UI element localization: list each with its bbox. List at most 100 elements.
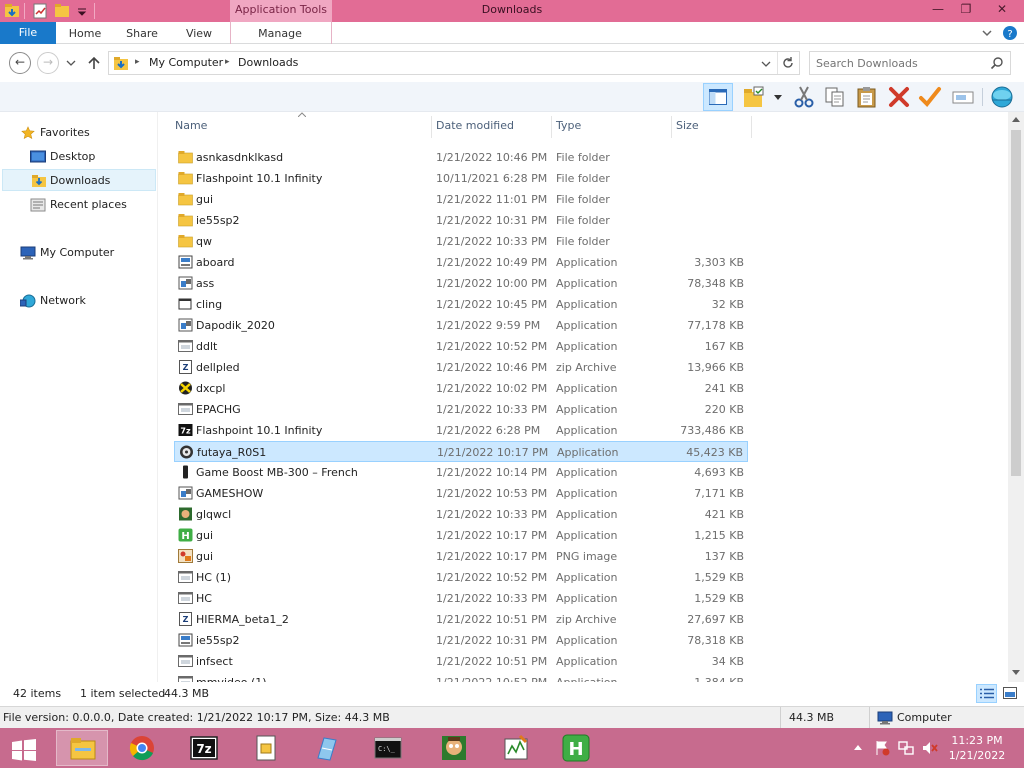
taskbar-audio-app[interactable] <box>490 730 542 766</box>
file-row[interactable]: gui 1/21/2022 10:17 PM PNG image 137 KB <box>174 546 748 567</box>
minimize-button[interactable]: — <box>924 0 952 20</box>
folder-row[interactable]: ie55sp2 1/21/2022 10:31 PM File folder <box>174 210 748 231</box>
taskbar-game[interactable] <box>428 730 480 766</box>
nav-desktop[interactable]: Desktop <box>2 146 156 168</box>
rename-icon[interactable] <box>951 85 975 109</box>
network-globe-icon[interactable] <box>990 85 1014 109</box>
search-input[interactable] <box>816 56 986 70</box>
preview-pane-button[interactable] <box>703 83 733 111</box>
file-row[interactable]: dxcpl 1/21/2022 10:02 PM Application 241 KB <box>174 378 748 399</box>
nav-downloads[interactable]: Downloads <box>2 169 156 191</box>
file-row[interactable]: Dapodik_2020 1/21/2022 9:59 PM Application… <box>174 315 748 336</box>
column-divider[interactable] <box>431 116 432 138</box>
restore-button[interactable]: ❐ <box>952 0 980 20</box>
folder-row[interactable]: qw 1/21/2022 10:33 PM File folder <box>174 231 748 252</box>
scroll-down-icon[interactable] <box>1012 670 1020 676</box>
file-row[interactable]: futaya_R0S1 1/21/2022 10:17 PM Application… <box>174 441 748 462</box>
file-row[interactable]: aboard 1/21/2022 10:49 PM Application 3,303… <box>174 252 748 273</box>
file-row[interactable]: infsect 1/21/2022 10:51 PM Application 34 K… <box>174 651 748 672</box>
paste-icon[interactable] <box>855 85 879 109</box>
file-row[interactable]: Game Boost MB-300 – French 1/21/2022 10:1… <box>174 462 748 483</box>
svg-text:H: H <box>568 739 583 760</box>
cut-icon[interactable] <box>792 85 816 109</box>
tab-share[interactable]: Share <box>116 22 168 44</box>
tab-file[interactable]: File <box>0 22 56 44</box>
expand-ribbon-icon[interactable] <box>980 26 994 40</box>
back-button[interactable]: ← <box>9 52 31 74</box>
file-row[interactable]: GAMESHOW 1/21/2022 10:53 PM Application 7,1… <box>174 483 748 504</box>
file-row[interactable]: mmvideo (1)1/21/2022 10:52 PMApplication… <box>174 672 748 682</box>
volume-muted-icon[interactable] <box>922 740 938 756</box>
nav-network[interactable]: Network <box>2 290 156 312</box>
breadcrumb-my-computer[interactable]: My Computer <box>149 56 223 69</box>
column-name[interactable]: Name <box>175 119 207 132</box>
refresh-icon[interactable] <box>781 56 795 70</box>
address-bar[interactable]: ▸ My Computer ▸ Downloads <box>108 51 800 75</box>
tab-manage[interactable]: Manage <box>240 22 320 44</box>
column-divider[interactable] <box>751 116 752 138</box>
folder-row[interactable]: gui 1/21/2022 11:01 PM File folder <box>174 189 748 210</box>
tab-home[interactable]: Home <box>60 22 110 44</box>
scrollbar-thumb[interactable] <box>1011 130 1021 476</box>
file-row[interactable]: EPACHG 1/21/2022 10:33 PM Application 220 K… <box>174 399 748 420</box>
properties-icon[interactable] <box>32 3 48 19</box>
nav-my-computer[interactable]: My Computer <box>2 242 156 264</box>
tab-view[interactable]: View <box>174 22 224 44</box>
folder-row[interactable]: asnkasdnklkasd 1/21/2022 10:46 PM File fol… <box>174 147 748 168</box>
column-divider[interactable] <box>551 116 552 138</box>
file-row[interactable]: HC (1) 1/21/2022 10:52 PM Application 1,529… <box>174 567 748 588</box>
column-size[interactable]: Size <box>676 119 699 132</box>
column-type[interactable]: Type <box>556 119 581 132</box>
taskbar-chrome[interactable] <box>116 730 168 766</box>
taskbar-7zip[interactable]: 7z <box>178 730 230 766</box>
delete-icon[interactable] <box>887 85 911 109</box>
file-row[interactable]: glqwcl 1/21/2022 10:33 PM Application 421 K… <box>174 504 748 525</box>
taskbar-command-prompt[interactable]: C:\_ <box>362 730 414 766</box>
check-icon[interactable] <box>918 85 942 109</box>
recent-locations-icon[interactable] <box>66 59 76 67</box>
dropdown-arrow-icon[interactable] <box>774 95 782 101</box>
file-row[interactable]: ie55sp2 1/21/2022 10:31 PM Application 78,3… <box>174 630 748 651</box>
column-date-modified[interactable]: Date modified <box>436 119 514 132</box>
file-row[interactable]: Hgui 1/21/2022 10:17 PM Application 1,215 K… <box>174 525 748 546</box>
forward-button[interactable]: → <box>37 52 59 74</box>
nav-recent-places[interactable]: Recent places <box>2 194 156 216</box>
up-arrow-icon[interactable] <box>86 55 102 71</box>
new-folder-icon[interactable] <box>54 3 70 19</box>
file-row[interactable]: 7z Flashpoint 10.1 Infinity 1/21/2022 6:28… <box>174 420 748 441</box>
nav-favorites[interactable]: Favorites <box>2 122 156 144</box>
clock-time: 11:23 PM <box>951 734 1003 747</box>
copy-icon[interactable] <box>823 85 847 109</box>
clock[interactable]: 11:23 PM 1/21/2022 <box>942 733 1012 763</box>
folder-options-icon[interactable] <box>742 85 766 109</box>
vertical-scrollbar[interactable] <box>1008 112 1024 682</box>
file-row[interactable]: HC 1/21/2022 10:33 PM Application 1,529 KB <box>174 588 748 609</box>
file-row[interactable]: Z HIERMA_beta1_2 1/21/2022 10:51 PM zip Arc… <box>174 609 748 630</box>
taskbar-file-explorer[interactable] <box>56 730 108 766</box>
taskbar-h-app[interactable]: H <box>550 730 602 766</box>
folder-row[interactable]: Flashpoint 10.1 Infinity 10/11/2021 6:28 … <box>174 168 748 189</box>
file-row[interactable]: ddlt 1/21/2022 10:52 PM Application 167 KB <box>174 336 748 357</box>
breadcrumb-downloads[interactable]: Downloads <box>238 56 298 69</box>
taskbar-notepad[interactable] <box>300 730 352 766</box>
show-hidden-icons-icon[interactable] <box>854 744 862 750</box>
search-box[interactable] <box>809 51 1011 75</box>
details-view-button[interactable] <box>976 684 997 703</box>
network-status-icon[interactable] <box>898 740 914 756</box>
taskbar-properties-app[interactable] <box>240 730 292 766</box>
breadcrumb-separator-icon[interactable]: ▸ <box>225 57 230 67</box>
start-button[interactable] <box>0 730 48 766</box>
scroll-up-icon[interactable] <box>1012 116 1020 122</box>
explorer-icon[interactable] <box>4 3 20 19</box>
file-row[interactable]: ass 1/21/2022 10:00 PM Application 78,348 K… <box>174 273 748 294</box>
customize-qat-icon[interactable] <box>74 3 90 19</box>
address-dropdown-icon[interactable] <box>761 60 771 68</box>
help-icon[interactable]: ? <box>1002 25 1018 41</box>
flag-error-icon[interactable] <box>874 740 890 756</box>
column-divider[interactable] <box>671 116 672 138</box>
file-row[interactable]: cling 1/21/2022 10:45 PM Application 32 KB <box>174 294 748 315</box>
search-icon[interactable] <box>990 56 1004 70</box>
file-row[interactable]: Zdellpled 1/21/2022 10:46 PM zip Archive 13… <box>174 357 748 378</box>
close-button[interactable]: ✕ <box>980 0 1024 20</box>
large-icons-view-button[interactable] <box>1000 684 1020 703</box>
